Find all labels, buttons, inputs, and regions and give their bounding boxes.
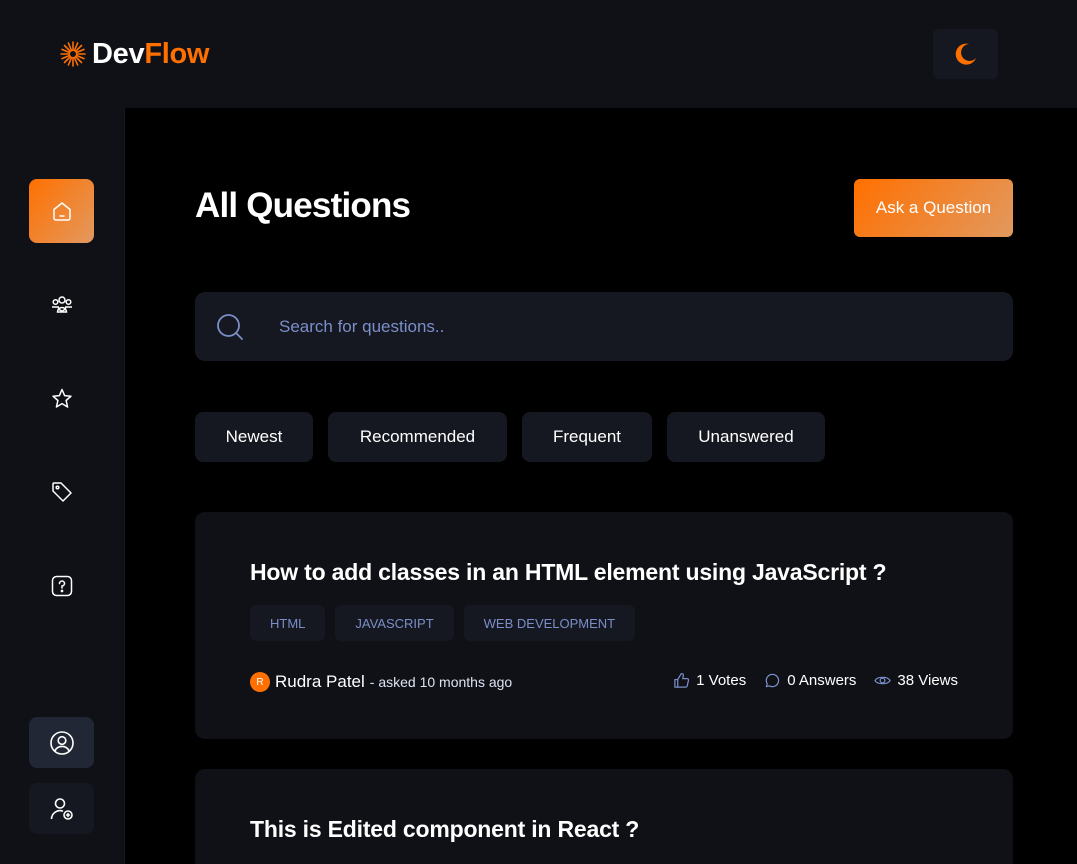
views-count: 38 Views [897,672,958,689]
profile-icon [49,730,74,755]
answers-stat: 0 Answers [764,672,856,689]
sun-burst-logo-icon [60,41,86,67]
theme-toggle-button[interactable] [933,29,998,79]
votes-stat: 1 Votes [673,672,746,689]
message-icon [765,673,780,688]
question-meta: R Rudra Patel - asked 10 months ago [250,672,512,692]
main-content: All Questions Ask a Question Newest Reco… [125,108,1077,864]
question-title[interactable]: This is Edited component in React ? [250,816,639,843]
author-avatar[interactable]: R [250,672,270,692]
views-stat: 38 Views [874,672,958,689]
question-stats: 1 Votes 0 Answers 38 Views [673,672,958,689]
filter-unanswered[interactable]: Unanswered [667,412,825,462]
left-sidebar [0,108,125,864]
filter-newest[interactable]: Newest [195,412,313,462]
question-tags: HTML JAVASCRIPT WEB DEVELOPMENT [250,605,636,641]
filter-recommended[interactable]: Recommended [328,412,507,462]
search-bar [195,292,1013,361]
votes-count: 1 Votes [696,672,747,689]
question-card[interactable]: This is Edited component in React ? [195,769,1013,864]
sidebar-item-community[interactable] [29,273,94,337]
sidebar-item-tags[interactable] [29,460,94,524]
question-card[interactable]: How to add classes in an HTML element us… [195,512,1013,739]
sign-up-icon [50,797,73,820]
thumbs-up-icon [674,673,690,688]
question-title[interactable]: How to add classes in an HTML element us… [250,559,887,586]
search-icon [217,313,243,340]
search-input[interactable] [279,316,879,337]
question-icon [51,575,72,597]
filter-tabs: Newest Recommended Frequent Unanswered [195,412,825,462]
ask-question-button[interactable]: Ask a Question [854,179,1013,237]
top-navbar: DevFlow [0,0,1077,108]
community-icon [51,296,72,313]
star-icon [51,388,72,408]
sidebar-item-ask-question[interactable] [29,554,94,618]
answers-count: 0 Answers [787,672,857,689]
tag-badge[interactable]: HTML [250,605,326,641]
tag-badge[interactable]: JAVASCRIPT [335,605,454,641]
tag-badge[interactable]: WEB DEVELOPMENT [463,605,636,641]
tag-icon [51,482,72,502]
asked-time: - asked 10 months ago [369,674,513,690]
logo[interactable]: DevFlow [58,38,209,70]
profile-button[interactable] [29,717,94,768]
brand-part-flow: Flow [144,38,210,70]
eye-icon [874,676,892,685]
brand-part-dev: Dev [92,38,145,70]
page-title: All Questions [195,186,411,225]
home-icon [52,202,71,221]
author-name[interactable]: Rudra Patel [275,672,365,692]
filter-frequent[interactable]: Frequent [522,412,652,462]
moon-icon [955,43,976,65]
sign-up-button[interactable] [29,783,94,834]
sidebar-item-collections[interactable] [29,367,94,431]
brand-name: DevFlow [92,38,209,70]
sidebar-item-home[interactable] [29,179,94,243]
